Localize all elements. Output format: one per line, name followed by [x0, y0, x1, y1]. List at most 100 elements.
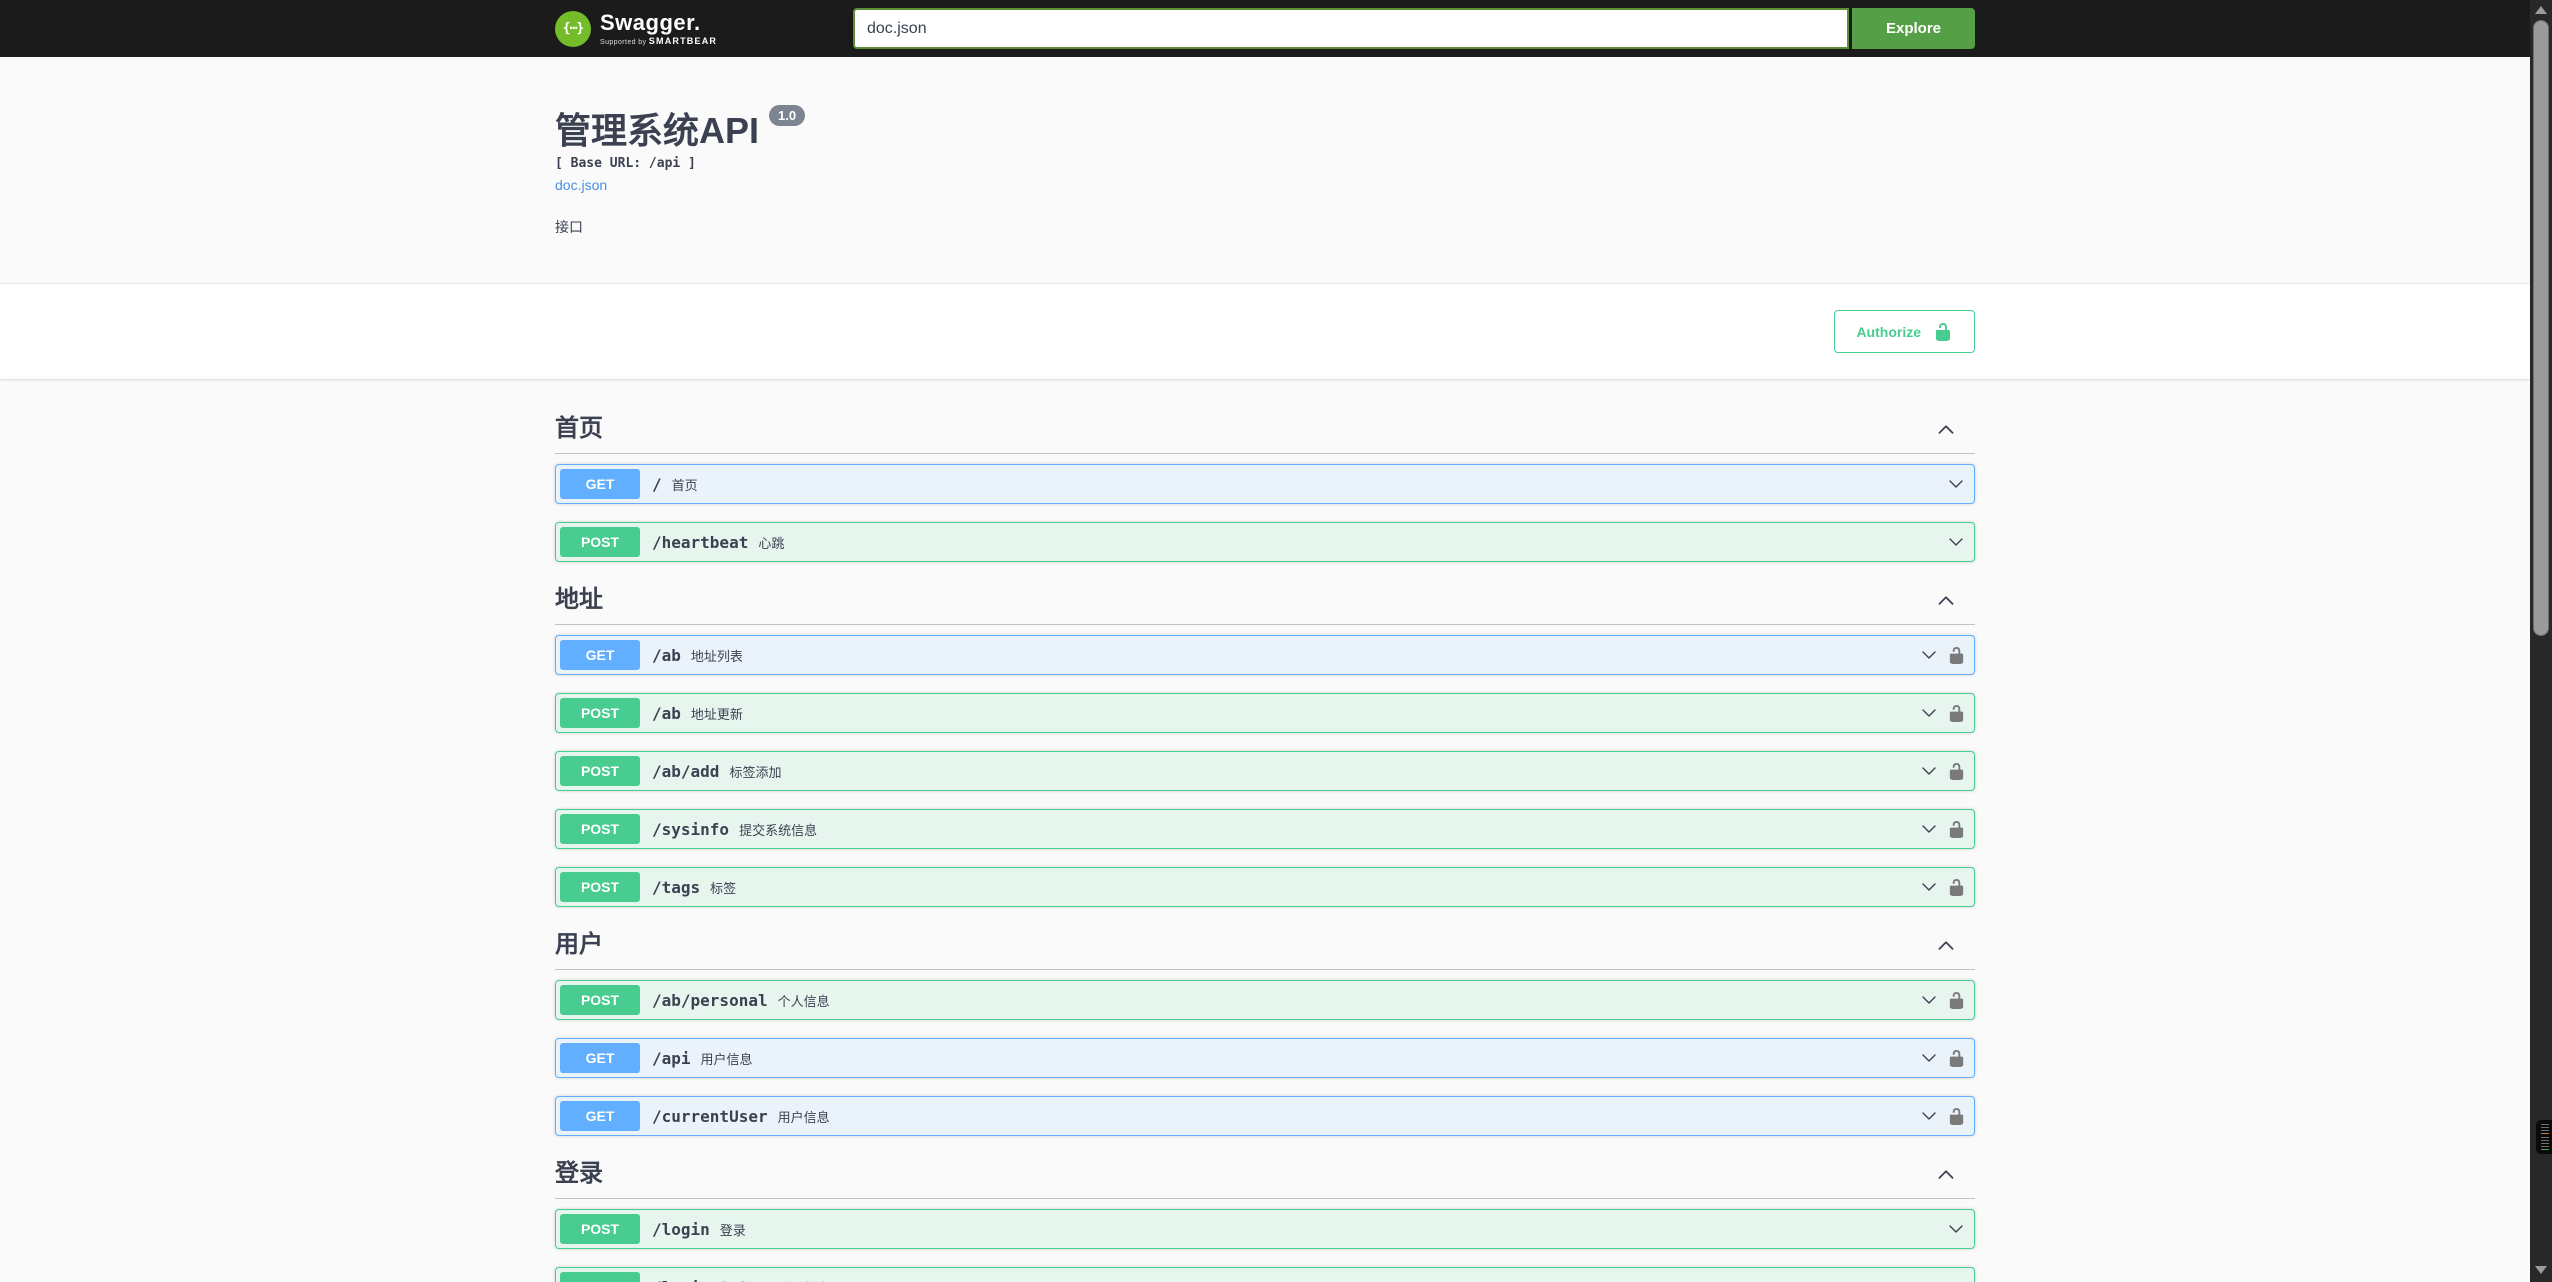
operation-row: POST /heartbeat 心跳 — [555, 522, 1975, 562]
chevron-down-icon[interactable] — [1942, 474, 1970, 494]
operation-description: 登录状态 — [778, 1277, 1942, 1282]
swagger-logo[interactable]: {⋯} Swagger. Supported by SMARTBEAR — [555, 9, 718, 47]
operation-path: /ab/add — [652, 761, 720, 781]
swagger-ui-page: {⋯} Swagger. Supported by SMARTBEAR Expl… — [0, 0, 2530, 1282]
chevron-down-icon[interactable] — [1915, 761, 1943, 781]
chevron-down-icon[interactable] — [1915, 877, 1943, 897]
operation-summary[interactable]: GET /currentUser 用户信息 — [556, 1097, 1974, 1135]
logo-subtitle: Supported by SMARTBEAR — [600, 35, 718, 46]
scrollbar[interactable] — [2530, 0, 2552, 1282]
operation-summary[interactable]: GET /ab 地址列表 — [556, 636, 1974, 674]
operation-summary[interactable]: GET /api 用户信息 — [556, 1039, 1974, 1077]
operation-description: 登录 — [719, 1223, 746, 1238]
operation-summary[interactable]: POST /login 登录 — [556, 1210, 1974, 1248]
open-lock-icon — [1933, 322, 1953, 342]
open-lock-icon[interactable] — [1943, 991, 1970, 1010]
operation-path: /currentUser — [652, 1106, 768, 1126]
operation-row: POST /login 登录 — [555, 1209, 1975, 1249]
operation-summary[interactable]: POST /sysinfo 提交系统信息 — [556, 810, 1974, 848]
spec-link[interactable]: doc.json — [555, 177, 607, 193]
operation-summary[interactable]: POST /ab/add 标签添加 — [556, 752, 1974, 790]
operation-description: 提交系统信息 — [739, 823, 818, 838]
operation-path: /ab/personal — [652, 990, 768, 1010]
scrollbar-up-arrow-icon[interactable] — [2535, 6, 2547, 14]
operations-list: 首页 GET / 首页 POST /heartbeat 心跳 地址 GET /a… — [535, 409, 1995, 1282]
chevron-up-icon[interactable] — [1935, 1163, 1957, 1185]
open-lock-icon[interactable] — [1943, 878, 1970, 897]
operation-row: POST /tags 标签 — [555, 867, 1975, 907]
chevron-down-icon[interactable] — [1915, 819, 1943, 839]
tag-title: 登录 — [555, 1160, 603, 1187]
tag-title: 首页 — [555, 415, 603, 442]
operation-description: 标签 — [710, 881, 737, 896]
chevron-down-icon[interactable] — [1942, 1277, 1970, 1282]
chevron-down-icon[interactable] — [1942, 1219, 1970, 1239]
authorize-button[interactable]: Authorize — [1834, 310, 1975, 353]
method-badge: POST — [560, 1272, 640, 1282]
open-lock-icon[interactable] — [1943, 704, 1970, 723]
chevron-down-icon[interactable] — [1915, 1106, 1943, 1126]
operation-description: 用户信息 — [777, 1110, 830, 1125]
operation-summary[interactable]: POST /ab 地址更新 — [556, 694, 1974, 732]
chevron-down-icon[interactable] — [1915, 703, 1943, 723]
operation-row: POST /ab/add 标签添加 — [555, 751, 1975, 791]
tag-header[interactable]: 首页 — [555, 409, 1975, 454]
operation-path: /tags — [652, 877, 701, 897]
chevron-down-icon[interactable] — [1915, 1048, 1943, 1068]
method-badge: GET — [560, 640, 640, 670]
operation-row: GET / 首页 — [555, 464, 1975, 504]
authorize-label: Authorize — [1856, 323, 1921, 340]
operation-summary[interactable]: GET / 首页 — [556, 465, 1974, 503]
operation-row: GET /currentUser 用户信息 — [555, 1096, 1975, 1136]
open-lock-icon[interactable] — [1943, 646, 1970, 665]
operation-path: /ab — [652, 645, 681, 665]
method-badge: POST — [560, 527, 640, 557]
api-description: 接口 — [555, 219, 583, 235]
operation-path: /sysinfo — [652, 819, 730, 839]
method-badge: GET — [560, 469, 640, 499]
operation-summary[interactable]: POST /tags 标签 — [556, 868, 1974, 906]
tag-section: 首页 GET / 首页 POST /heartbeat 心跳 — [555, 409, 1975, 562]
minimap-widget[interactable] — [2536, 1120, 2552, 1154]
open-lock-icon[interactable] — [1943, 1049, 1970, 1068]
operation-path: /heartbeat — [652, 532, 749, 552]
spec-url-input[interactable] — [853, 8, 1849, 49]
chevron-down-icon[interactable] — [1942, 532, 1970, 552]
open-lock-icon[interactable] — [1943, 762, 1970, 781]
api-info-section: 管理系统API 1.0 [ Base URL: /api ] doc.json 接… — [0, 57, 2530, 283]
logo-title: Swagger. — [600, 9, 701, 35]
operation-description: 地址列表 — [690, 649, 743, 664]
open-lock-icon[interactable] — [1943, 820, 1970, 839]
operation-description: 心跳 — [758, 536, 785, 551]
operation-row: GET /ab 地址列表 — [555, 635, 1975, 675]
chevron-up-icon[interactable] — [1935, 418, 1957, 440]
method-badge: POST — [560, 985, 640, 1015]
operation-path: /loginstatus — [640, 1278, 778, 1282]
swagger-logo-icon: {⋯} — [555, 10, 591, 47]
operation-row: POST /ab/personal 个人信息 — [555, 980, 1975, 1020]
chevron-up-icon[interactable] — [1935, 589, 1957, 611]
api-title: 管理系统API — [555, 110, 760, 151]
operation-summary[interactable]: POST /ab/personal 个人信息 — [556, 981, 1974, 1019]
open-lock-icon[interactable] — [1943, 1107, 1970, 1126]
method-badge: POST — [560, 814, 640, 844]
method-badge: POST — [560, 698, 640, 728]
chevron-down-icon[interactable] — [1915, 990, 1943, 1010]
tag-header[interactable]: 地址 — [555, 580, 1975, 625]
operation-row: GET /api 用户信息 — [555, 1038, 1975, 1078]
tag-header[interactable]: 用户 — [555, 925, 1975, 970]
operation-summary[interactable]: POST /heartbeat 心跳 — [556, 523, 1974, 561]
method-badge: GET — [560, 1101, 640, 1131]
chevron-up-icon[interactable] — [1935, 934, 1957, 956]
spec-url-form: Explore — [853, 8, 1975, 49]
scrollbar-down-arrow-icon[interactable] — [2535, 1266, 2547, 1274]
scrollbar-thumb[interactable] — [2533, 20, 2549, 636]
tag-header[interactable]: 登录 — [555, 1154, 1975, 1199]
operation-path: / — [652, 474, 662, 494]
chevron-down-icon[interactable] — [1915, 645, 1943, 665]
operation-description: 地址更新 — [690, 707, 743, 722]
tag-title: 地址 — [555, 586, 603, 613]
explore-button[interactable]: Explore — [1852, 8, 1975, 49]
operation-summary[interactable]: POST /loginstatus 登录状态 — [556, 1268, 1974, 1282]
operation-path: /ab — [652, 703, 681, 723]
